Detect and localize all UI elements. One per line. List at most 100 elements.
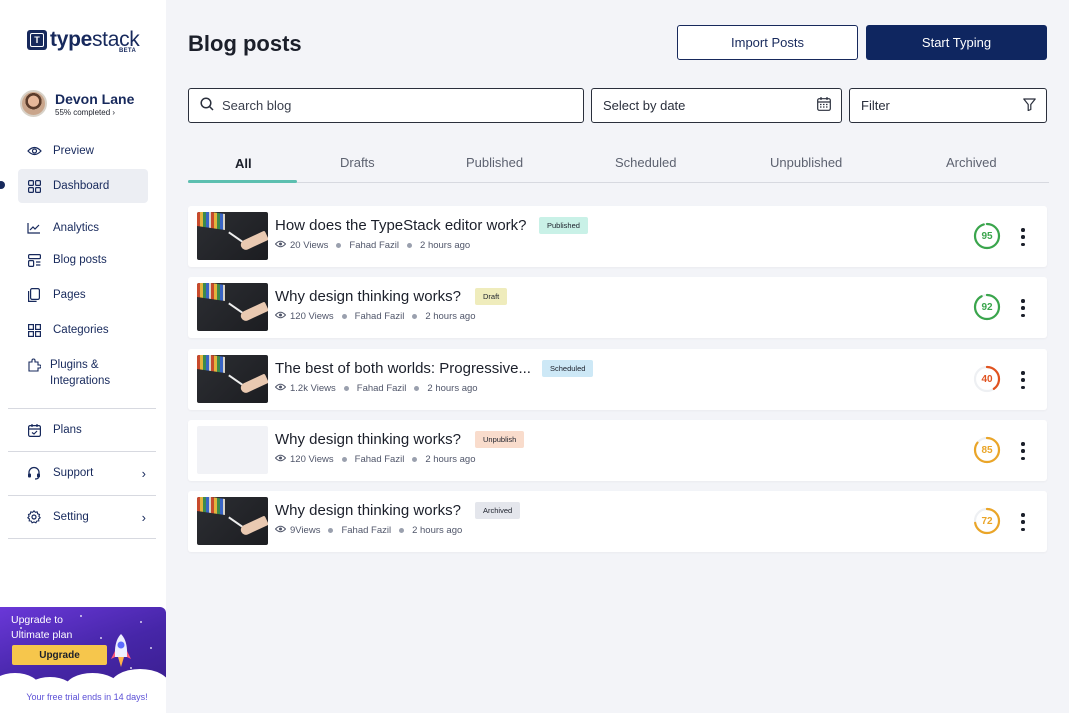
- post-views: 120 Views: [290, 311, 334, 322]
- meta-separator: [414, 386, 420, 391]
- post-author: Fahad Fazil: [354, 454, 405, 465]
- profile-progress[interactable]: 55% completed ›: [55, 108, 134, 117]
- sidebar-item-analytics[interactable]: Analytics: [18, 211, 148, 245]
- score-ring: 40: [973, 365, 1001, 393]
- pages-icon: [26, 287, 42, 303]
- sidebar-item-blog-posts[interactable]: Blog posts: [18, 243, 148, 277]
- post-thumbnail[interactable]: [197, 497, 268, 545]
- calendar-icon: [817, 97, 831, 114]
- score-value: 40: [981, 373, 993, 385]
- meta-separator: [328, 528, 334, 533]
- post-meta: 1.2k Views Fahad Fazil 2 hours ago: [274, 383, 478, 394]
- post-row[interactable]: How does the TypeStack editor work? Publ…: [188, 206, 1047, 267]
- post-thumbnail[interactable]: [197, 283, 268, 331]
- search-input[interactable]: Search blog: [188, 88, 584, 123]
- post-title[interactable]: Why design thinking works?: [275, 502, 461, 519]
- post-thumbnail[interactable]: [197, 426, 268, 474]
- post-row[interactable]: Why design thinking works? Unpublish 120…: [188, 420, 1047, 481]
- tab-archived[interactable]: Archived: [946, 155, 997, 188]
- post-thumbnail[interactable]: [197, 355, 268, 403]
- date-select[interactable]: Select by date: [591, 88, 842, 123]
- score-ring: 95: [973, 222, 1001, 250]
- sidebar-item-support[interactable]: Support ›: [18, 456, 148, 490]
- sidebar-item-plugins[interactable]: Plugins & Integrations: [18, 355, 148, 389]
- import-posts-button[interactable]: Import Posts: [677, 25, 858, 60]
- tab-unpublished[interactable]: Unpublished: [770, 155, 842, 188]
- sidebar-divider: [8, 538, 156, 539]
- status-badge: Archived: [475, 502, 521, 519]
- post-row[interactable]: The best of both worlds: Progressive... …: [188, 349, 1047, 410]
- search-icon: [200, 97, 214, 114]
- upgrade-button[interactable]: Upgrade: [12, 645, 107, 665]
- tab-drafts[interactable]: Drafts: [340, 155, 375, 188]
- post-time: 2 hours ago: [420, 240, 471, 251]
- sidebar-item-categories[interactable]: Categories: [18, 313, 148, 347]
- sidebar-item-label: Dashboard: [53, 180, 110, 192]
- more-options-icon[interactable]: [1017, 228, 1029, 246]
- post-views: 9Views: [290, 525, 321, 536]
- meta-separator: [336, 243, 342, 248]
- eye-icon: [274, 454, 287, 465]
- blog-icon: [26, 252, 42, 268]
- sidebar-item-setting[interactable]: Setting ›: [18, 500, 148, 534]
- search-placeholder: Search blog: [222, 98, 292, 113]
- score-value: 85: [981, 444, 993, 456]
- post-title[interactable]: The best of both worlds: Progressive...: [275, 360, 531, 377]
- post-time: 2 hours ago: [425, 311, 476, 322]
- rocket-icon: [111, 634, 131, 667]
- upgrade-title: Upgrade to Ultimate plan: [11, 614, 73, 641]
- eye-icon: [26, 143, 42, 159]
- sidebar-item-plans[interactable]: Plans: [18, 413, 148, 447]
- more-options-icon[interactable]: [1017, 371, 1029, 389]
- sidebar-item-pages[interactable]: Pages: [18, 278, 148, 312]
- score-value: 92: [981, 301, 993, 313]
- more-options-icon[interactable]: [1017, 513, 1029, 531]
- post-author: Fahad Fazil: [354, 311, 405, 322]
- post-author: Fahad Fazil: [341, 525, 392, 536]
- sidebar-item-label: Setting: [53, 511, 89, 523]
- post-row[interactable]: Why design thinking works? Draft 120 Vie…: [188, 277, 1047, 338]
- status-badge: Draft: [475, 288, 508, 305]
- chevron-right-icon: ›: [141, 509, 146, 525]
- status-badge: Scheduled: [542, 360, 594, 377]
- tab-all[interactable]: All: [235, 156, 252, 189]
- sidebar-item-label: Support: [53, 467, 94, 479]
- sidebar-item-label: Categories: [53, 324, 109, 336]
- meta-separator: [407, 243, 413, 248]
- more-options-icon[interactable]: [1017, 299, 1029, 317]
- sidebar-item-dashboard[interactable]: Dashboard: [18, 169, 148, 203]
- sidebar-item-label: Preview: [53, 145, 94, 157]
- date-select-label: Select by date: [603, 98, 686, 113]
- meta-separator: [341, 314, 347, 319]
- post-title[interactable]: How does the TypeStack editor work?: [275, 217, 527, 234]
- start-typing-button[interactable]: Start Typing: [866, 25, 1047, 60]
- sidebar-item-preview[interactable]: Preview: [18, 134, 148, 168]
- meta-separator: [399, 528, 405, 533]
- post-author: Fahad Fazil: [349, 240, 400, 251]
- post-meta: 120 Views Fahad Fazil 2 hours ago: [274, 311, 476, 322]
- sidebar-item-label: Plans: [53, 424, 82, 436]
- chart-icon: [26, 220, 42, 236]
- score-value: 95: [981, 230, 993, 242]
- post-thumbnail[interactable]: [197, 212, 268, 260]
- brand-name-bold: type: [50, 28, 92, 51]
- user-profile[interactable]: Devon Lane 55% completed ›: [20, 90, 134, 117]
- upgrade-card: Upgrade to Ultimate plan Upgrade: [0, 607, 166, 690]
- sidebar-divider: [8, 408, 156, 409]
- meta-separator: [412, 314, 418, 319]
- tab-scheduled[interactable]: Scheduled: [615, 155, 676, 188]
- tab-published[interactable]: Published: [466, 155, 523, 188]
- post-title[interactable]: Why design thinking works?: [275, 431, 461, 448]
- categories-icon: [26, 322, 42, 338]
- post-time: 2 hours ago: [425, 454, 476, 465]
- brand-logo[interactable]: T typestack BETA: [27, 28, 140, 54]
- status-badge: Unpublish: [475, 431, 525, 448]
- post-author: Fahad Fazil: [356, 383, 407, 394]
- profile-name: Devon Lane: [55, 90, 135, 107]
- post-title[interactable]: Why design thinking works?: [275, 288, 461, 305]
- post-row[interactable]: Why design thinking works? Archived 9Vie…: [188, 491, 1047, 552]
- filter-select[interactable]: Filter: [849, 88, 1047, 123]
- filter-label: Filter: [861, 98, 890, 113]
- post-time: 2 hours ago: [427, 383, 478, 394]
- more-options-icon[interactable]: [1017, 442, 1029, 460]
